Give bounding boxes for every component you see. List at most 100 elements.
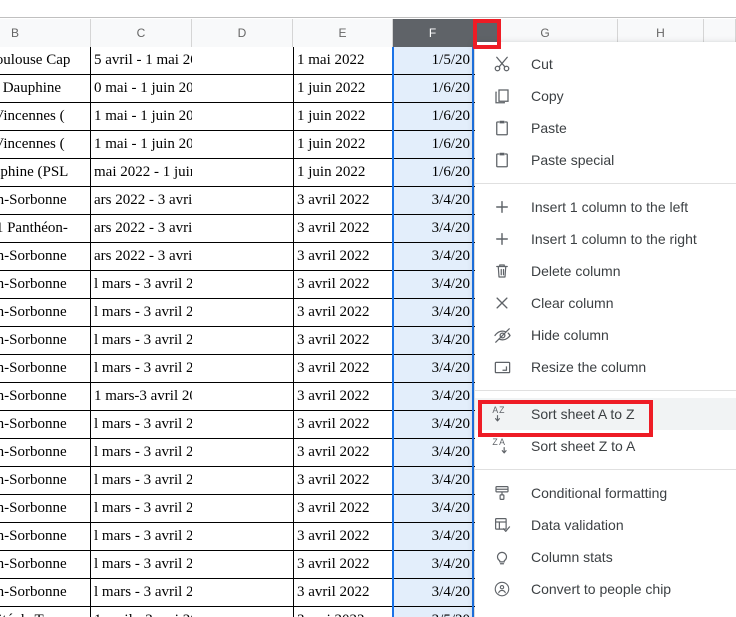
- cell-b-21[interactable]: niversité de Tours: [0, 607, 91, 617]
- cell-f-11[interactable]: 3/4/20: [393, 327, 473, 354]
- cell-d-5[interactable]: [192, 159, 293, 186]
- cell-d-7[interactable]: [192, 215, 293, 242]
- cell-b-11[interactable]: nthéon-Sorbonne: [0, 327, 91, 354]
- cell-c-11[interactable]: l mars - 3 avril 2022: [91, 327, 192, 354]
- cell-f-16[interactable]: 3/4/20: [393, 467, 473, 494]
- menu-item-insert-1-column-to-the-right[interactable]: Insert 1 column to the right: [475, 223, 736, 255]
- cell-c-10[interactable]: l mars - 3 avril 2022: [91, 299, 192, 326]
- cell-e-12[interactable]: 3 avril 2022: [293, 355, 393, 382]
- cell-e-4[interactable]: 1 juin 2022: [293, 131, 393, 158]
- cell-e-17[interactable]: 3 avril 2022: [293, 495, 393, 522]
- cell-c-19[interactable]: l mars - 3 avril 2022: [91, 551, 192, 578]
- cell-b-12[interactable]: nthéon-Sorbonne: [0, 355, 91, 382]
- column-header-c[interactable]: C: [91, 19, 192, 47]
- menu-item-sort-sheet-z-to-a[interactable]: Z A Sort sheet Z to A: [475, 430, 736, 462]
- cell-e-15[interactable]: 3 avril 2022: [293, 439, 393, 466]
- cell-e-7[interactable]: 3 avril 2022: [293, 215, 393, 242]
- menu-item-insert-1-column-to-the-left[interactable]: Insert 1 column to the left: [475, 191, 736, 223]
- cell-b-8[interactable]: nthéon-Sorbonne: [0, 243, 91, 270]
- cell-e-13[interactable]: 3 avril 2022: [293, 383, 393, 410]
- cell-e-5[interactable]: 1 juin 2022: [293, 159, 393, 186]
- cell-b-16[interactable]: nthéon-Sorbonne: [0, 467, 91, 494]
- menu-item-clear-column[interactable]: Clear column: [475, 287, 736, 319]
- cell-d-14[interactable]: [192, 411, 293, 438]
- cell-b-19[interactable]: nthéon-Sorbonne: [0, 551, 91, 578]
- cell-d-15[interactable]: [192, 439, 293, 466]
- cell-e-1[interactable]: 1 mai 2022: [293, 47, 393, 74]
- cell-c-1[interactable]: 5 avril - 1 mai 2022: [91, 47, 192, 74]
- cell-c-17[interactable]: l mars - 3 avril 2022: [91, 495, 192, 522]
- cell-f-14[interactable]: 3/4/20: [393, 411, 473, 438]
- cell-d-1[interactable]: [192, 47, 293, 74]
- cell-e-9[interactable]: 3 avril 2022: [293, 271, 393, 298]
- cell-b-3[interactable]: é de Vincennes (: [0, 103, 91, 130]
- cell-e-20[interactable]: 3 avril 2022: [293, 579, 393, 606]
- cell-c-4[interactable]: 1 mai - 1 juin 2022: [91, 131, 192, 158]
- cell-f-10[interactable]: 3/4/20: [393, 299, 473, 326]
- cell-b-4[interactable]: é de Vincennes (: [0, 131, 91, 158]
- column-header-d[interactable]: D: [192, 19, 293, 47]
- cell-f-7[interactable]: 3/4/20: [393, 215, 473, 242]
- cell-b-10[interactable]: nthéon-Sorbonne: [0, 299, 91, 326]
- cell-b-7[interactable]: Paris 1 Panthéon-: [0, 215, 91, 242]
- cell-d-12[interactable]: [192, 355, 293, 382]
- cell-d-6[interactable]: [192, 187, 293, 214]
- cell-b-14[interactable]: nthéon-Sorbonne: [0, 411, 91, 438]
- menu-item-conditional-formatting[interactable]: Conditional formatting: [475, 477, 736, 509]
- cell-c-15[interactable]: l mars - 3 avril 2022: [91, 439, 192, 466]
- cell-b-17[interactable]: nthéon-Sorbonne: [0, 495, 91, 522]
- cell-b-18[interactable]: nthéon-Sorbonne: [0, 523, 91, 550]
- cell-c-2[interactable]: 0 mai - 1 juin 2022: [91, 75, 192, 102]
- cell-e-2[interactable]: 1 juin 2022: [293, 75, 393, 102]
- cell-f-19[interactable]: 3/4/20: [393, 551, 473, 578]
- cell-c-6[interactable]: ars 2022 - 3 avril 2022: [91, 187, 192, 214]
- cell-e-3[interactable]: 1 juin 2022: [293, 103, 393, 130]
- cell-d-13[interactable]: [192, 383, 293, 410]
- cell-c-13[interactable]: 1 mars-3 avril 2022: [91, 383, 192, 410]
- cell-e-8[interactable]: 3 avril 2022: [293, 243, 393, 270]
- cell-d-4[interactable]: [192, 131, 293, 158]
- cell-d-8[interactable]: [192, 243, 293, 270]
- cell-e-14[interactable]: 3 avril 2022: [293, 411, 393, 438]
- cell-d-16[interactable]: [192, 467, 293, 494]
- cell-d-21[interactable]: [192, 607, 293, 617]
- column-header-e[interactable]: E: [293, 19, 393, 47]
- cell-f-2[interactable]: 1/6/20: [393, 75, 473, 102]
- menu-item-paste-special[interactable]: Paste special: [475, 144, 736, 176]
- cell-b-6[interactable]: nthéon-Sorbonne: [0, 187, 91, 214]
- cell-b-20[interactable]: nthéon-Sorbonne: [0, 579, 91, 606]
- cell-b-5[interactable]: is Dauphine (PSL: [0, 159, 91, 186]
- cell-e-11[interactable]: 3 avril 2022: [293, 327, 393, 354]
- cell-b-2[interactable]: Paris Dauphine: [0, 75, 91, 102]
- column-header-f[interactable]: F: [393, 19, 473, 47]
- cell-f-15[interactable]: 3/4/20: [393, 439, 473, 466]
- cell-f-13[interactable]: 3/4/20: [393, 383, 473, 410]
- cell-d-3[interactable]: [192, 103, 293, 130]
- cell-f-12[interactable]: 3/4/20: [393, 355, 473, 382]
- menu-item-hide-column[interactable]: Hide column: [475, 319, 736, 351]
- column-context-menu[interactable]: Cut Copy Paste Paste special Insert 1 column…: [475, 42, 736, 617]
- menu-item-sort-sheet-a-to-z[interactable]: A Z Sort sheet A to Z: [475, 398, 736, 430]
- cell-e-19[interactable]: 3 avril 2022: [293, 551, 393, 578]
- cell-c-7[interactable]: ars 2022 - 3 avril 2022: [91, 215, 192, 242]
- cell-e-16[interactable]: 3 avril 2022: [293, 467, 393, 494]
- cell-d-19[interactable]: [192, 551, 293, 578]
- cell-b-13[interactable]: nthéon-Sorbonne: [0, 383, 91, 410]
- menu-item-cut[interactable]: Cut: [475, 48, 736, 80]
- cell-b-15[interactable]: nthéon-Sorbonne: [0, 439, 91, 466]
- menu-item-data-validation[interactable]: Data validation: [475, 509, 736, 541]
- cell-c-16[interactable]: l mars - 3 avril 2022: [91, 467, 192, 494]
- cell-c-8[interactable]: ars 2022 - 3 avril 2022: [91, 243, 192, 270]
- cell-d-2[interactable]: [192, 75, 293, 102]
- cell-d-11[interactable]: [192, 327, 293, 354]
- cell-f-4[interactable]: 1/6/20: [393, 131, 473, 158]
- menu-item-column-stats[interactable]: Column stats: [475, 541, 736, 573]
- cell-f-6[interactable]: 3/4/20: [393, 187, 473, 214]
- cell-f-1[interactable]: 1/5/20: [393, 47, 473, 74]
- cell-f-21[interactable]: 3/5/20: [393, 607, 473, 617]
- cell-d-18[interactable]: [192, 523, 293, 550]
- cell-f-17[interactable]: 3/4/20: [393, 495, 473, 522]
- cell-c-20[interactable]: l mars - 3 avril 2022: [91, 579, 192, 606]
- column-header-b[interactable]: B: [0, 19, 91, 47]
- cell-f-3[interactable]: 1/6/20: [393, 103, 473, 130]
